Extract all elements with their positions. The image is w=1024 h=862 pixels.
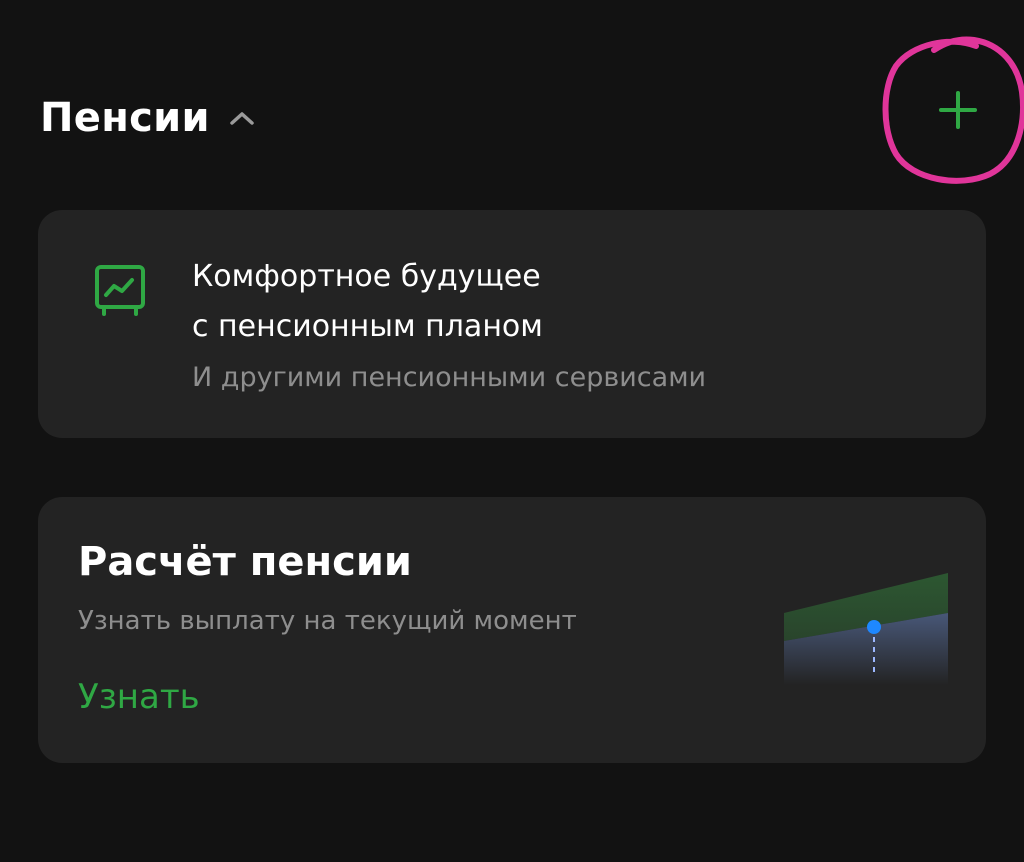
pension-plan-title-line1: Комфортное будущее xyxy=(192,259,541,294)
pension-calc-card[interactable]: Расчёт пенсии Узнать выплату на текущий … xyxy=(38,497,986,763)
section-title: Пенсии xyxy=(40,95,210,141)
learn-more-link[interactable]: Узнать xyxy=(78,677,200,717)
chevron-up-icon[interactable] xyxy=(228,107,256,129)
chart-monitor-icon xyxy=(95,265,145,316)
pension-plan-subtitle: И другими пенсионными сервисами xyxy=(192,362,707,393)
pension-calc-subtitle: Узнать выплату на текущий момент xyxy=(78,606,577,636)
section-header-pensions[interactable]: Пенсии xyxy=(40,88,256,148)
pension-calc-title: Расчёт пенсии xyxy=(78,539,412,585)
pension-plan-title-line2: с пенсионным планом xyxy=(192,309,543,344)
pension-plan-card[interactable]: Комфортное будущее с пенсионным планом И… xyxy=(38,210,986,438)
plus-icon xyxy=(939,91,977,129)
add-pension-button[interactable] xyxy=(932,84,984,136)
pension-plan-title: Комфортное будущее с пенсионным планом xyxy=(192,252,892,352)
pension-growth-chart-illustration xyxy=(784,573,948,685)
